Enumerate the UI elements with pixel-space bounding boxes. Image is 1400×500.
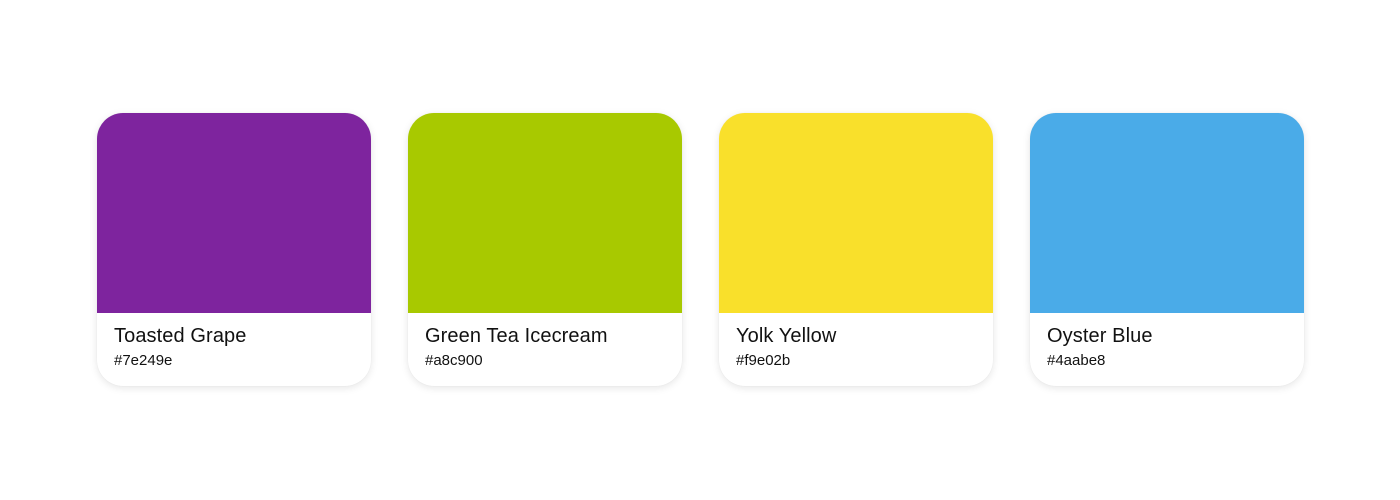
swatch-name: Yolk Yellow: [736, 325, 837, 347]
swatch-color-block: [719, 113, 993, 313]
swatch-name: Toasted Grape: [114, 325, 247, 347]
swatch-hex-code: #4aabe8: [1047, 352, 1106, 369]
swatch-hex-code: #f9e02b: [736, 352, 791, 369]
swatch-card-oyster-blue[interactable]: Oyster Blue #4aabe8: [1030, 113, 1304, 386]
swatch-color-block: [97, 113, 371, 313]
swatch-color-block: [1030, 113, 1304, 313]
swatch-hex-code: #7e249e: [114, 352, 173, 369]
swatch-info: Oyster Blue #4aabe8: [1030, 313, 1304, 370]
color-palette: Toasted Grape #7e249e Green Tea Icecream…: [97, 113, 1304, 386]
swatch-info: Toasted Grape #7e249e: [97, 313, 371, 370]
swatch-card-yolk-yellow[interactable]: Yolk Yellow #f9e02b: [719, 113, 993, 386]
swatch-info: Yolk Yellow #f9e02b: [719, 313, 993, 370]
swatch-color-block: [408, 113, 682, 313]
swatch-name: Oyster Blue: [1047, 325, 1153, 347]
swatch-card-green-tea-icecream[interactable]: Green Tea Icecream #a8c900: [408, 113, 682, 386]
swatch-hex-code: #a8c900: [425, 352, 483, 369]
swatch-name: Green Tea Icecream: [425, 325, 608, 347]
swatch-card-toasted-grape[interactable]: Toasted Grape #7e249e: [97, 113, 371, 386]
swatch-info: Green Tea Icecream #a8c900: [408, 313, 682, 370]
